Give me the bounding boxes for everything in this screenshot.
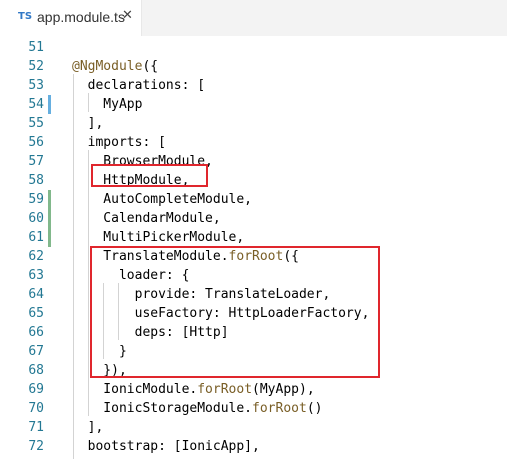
code-line[interactable]: 51 <box>0 38 507 57</box>
code-token: ], <box>72 116 104 131</box>
method-token: forRoot <box>197 382 253 397</box>
code-line[interactable]: 71 ], <box>0 418 507 437</box>
line-number: 67 <box>28 344 44 359</box>
code-text: ], <box>72 418 104 437</box>
line-number: 57 <box>28 154 44 169</box>
code-line[interactable]: 70 IonicStorageModule.forRoot() <box>0 399 507 418</box>
line-number: 55 <box>28 116 44 131</box>
highlight-box-httpmodule <box>91 164 208 187</box>
line-number: 60 <box>28 211 44 226</box>
code-token: CalendarModule, <box>72 211 221 226</box>
line-number: 51 <box>28 40 44 55</box>
line-number: 56 <box>28 135 44 150</box>
code-text: IonicModule.forRoot(MyApp), <box>72 380 315 399</box>
code-line[interactable]: 54 MyApp <box>0 95 507 114</box>
git-added-indicator <box>48 228 51 247</box>
code-line[interactable]: 59 AutoCompleteModule, <box>0 190 507 209</box>
line-number: 68 <box>28 363 44 378</box>
code-token: MyApp <box>72 97 143 112</box>
code-line[interactable]: 61 MultiPickerModule, <box>0 228 507 247</box>
git-added-indicator <box>48 190 51 209</box>
line-number: 59 <box>28 192 44 207</box>
line-number: 72 <box>28 439 44 454</box>
close-icon[interactable]: ✕ <box>122 8 133 23</box>
tab-bar: TS app.module.ts ✕ <box>0 0 507 36</box>
code-line[interactable]: 58 HttpModule, <box>0 171 507 190</box>
code-text: bootstrap: [IonicApp], <box>72 437 260 456</box>
code-token: AutoCompleteModule, <box>72 192 253 207</box>
tab-title: app.module.ts <box>37 9 125 25</box>
line-number: 52 <box>28 59 44 74</box>
code-token: (MyApp), <box>252 382 315 397</box>
line-number: 54 <box>28 97 44 112</box>
code-text: CalendarModule, <box>72 209 221 228</box>
code-text: AutoCompleteModule, <box>72 190 252 209</box>
git-added-indicator <box>48 209 51 228</box>
line-number: 65 <box>28 306 44 321</box>
code-token: declarations: [ <box>72 78 206 93</box>
code-text: MyApp <box>72 95 142 114</box>
code-text: imports: [ <box>72 133 166 152</box>
code-line[interactable]: 55 ], <box>0 114 507 133</box>
method-token: forRoot <box>252 401 307 416</box>
code-line[interactable]: 56 imports: [ <box>0 133 507 152</box>
code-line[interactable]: 57 BrowserModule, <box>0 152 507 171</box>
code-line[interactable]: 72 bootstrap: [IonicApp], <box>0 437 507 456</box>
line-number: 69 <box>28 382 44 397</box>
code-token: IonicStorageModule. <box>72 401 253 416</box>
code-token: imports: [ <box>72 135 166 150</box>
line-number: 61 <box>28 230 44 245</box>
highlight-box-translatemodule <box>90 246 380 378</box>
line-number: 70 <box>28 401 44 416</box>
code-line[interactable]: 60 CalendarModule, <box>0 209 507 228</box>
code-line[interactable]: 53 declarations: [ <box>0 76 507 95</box>
line-number: 71 <box>28 420 44 435</box>
line-number: 53 <box>28 78 44 93</box>
code-text: @NgModule({ <box>72 57 158 76</box>
code-token: bootstrap: [IonicApp], <box>72 439 260 454</box>
line-number: 58 <box>28 173 44 188</box>
typescript-file-icon: TS <box>18 11 33 22</box>
line-number: 64 <box>28 287 44 302</box>
line-number: 62 <box>28 249 44 264</box>
code-text: IonicStorageModule.forRoot() <box>72 399 322 418</box>
line-number: 63 <box>28 268 44 283</box>
code-token: MultiPickerModule, <box>72 230 245 245</box>
tab-app-module[interactable]: TS app.module.ts ✕ <box>0 0 142 36</box>
code-text: ], <box>72 114 104 133</box>
line-number: 66 <box>28 325 44 340</box>
code-token: () <box>306 401 323 416</box>
code-line[interactable]: 52 @NgModule({ <box>0 57 507 76</box>
code-text: MultiPickerModule, <box>72 228 244 247</box>
decorator-token: @NgModule <box>72 59 143 74</box>
code-token: ({ <box>142 59 159 74</box>
code-token: ], <box>72 420 104 435</box>
code-text: declarations: [ <box>72 76 205 95</box>
code-line[interactable]: 69 IonicModule.forRoot(MyApp), <box>0 380 507 399</box>
git-modified-indicator <box>48 95 51 114</box>
code-token: IonicModule. <box>72 382 198 397</box>
